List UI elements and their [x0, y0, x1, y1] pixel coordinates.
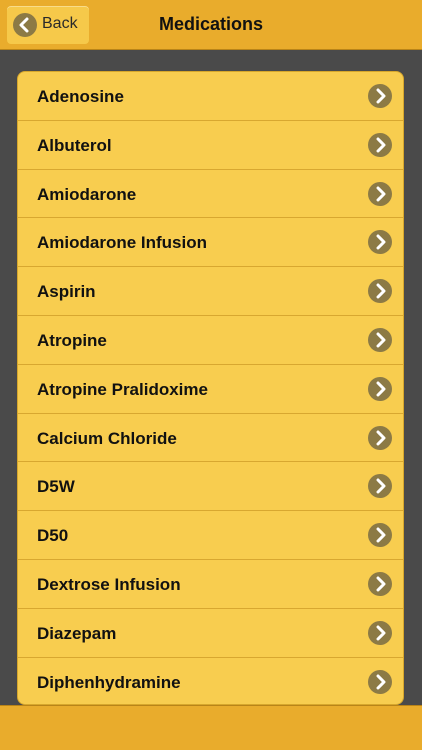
list-item[interactable]: Amiodarone: [18, 170, 403, 219]
list-item[interactable]: Amiodarone Infusion: [18, 218, 403, 268]
list-item[interactable]: Calcium Chloride: [18, 414, 403, 463]
chevron-right-icon: [368, 279, 392, 304]
chevron-right-icon: [368, 571, 392, 596]
list-item-label: Adenosine: [37, 87, 124, 106]
list-item-label: D50: [37, 526, 69, 546]
list-item-label: Diazepam: [37, 623, 117, 643]
list-item[interactable]: D5W: [18, 462, 403, 512]
medication-list: Adenosine Albuterol Amiodarone Amiodaron…: [17, 71, 404, 705]
list-item[interactable]: D50: [18, 511, 403, 560]
chevron-right-icon: [368, 669, 392, 694]
list-item[interactable]: Dextrose Infusion: [18, 560, 403, 609]
chevron-right-icon: [368, 620, 392, 645]
list-item-label: Amiodarone Infusion: [37, 233, 207, 253]
list-item[interactable]: Diazepam: [18, 609, 403, 658]
list-item-label: Dextrose Infusion: [37, 574, 181, 594]
chevron-right-icon: [368, 181, 392, 206]
bottom-toolbar: [0, 705, 422, 750]
list-item-label: Diphenhydramine: [37, 672, 181, 692]
chevron-right-icon: [368, 230, 392, 255]
chevron-right-icon: [368, 84, 392, 108]
navigation-bar: Back Medications: [0, 0, 422, 50]
list-item-label: Calcium Chloride: [37, 428, 177, 448]
list-item-label: Atropine: [37, 330, 107, 350]
list-item-label: D5W: [37, 477, 75, 497]
list-item-label: Amiodarone: [37, 184, 137, 204]
chevron-right-icon: [368, 327, 392, 352]
chevron-right-icon: [368, 523, 392, 548]
chevron-right-icon: [368, 474, 392, 499]
list-item[interactable]: Diphenhydramine: [18, 658, 403, 704]
list-item[interactable]: Adenosine: [18, 72, 403, 121]
page-title: Medications: [158, 14, 264, 34]
chevron-right-icon: [368, 132, 392, 157]
list-item[interactable]: Atropine: [18, 316, 403, 365]
chevron-right-icon: [368, 425, 392, 450]
list-item-label: Albuterol: [37, 135, 112, 155]
chevron-right-icon: [368, 376, 392, 401]
list-item[interactable]: Aspirin: [18, 267, 403, 316]
list-item[interactable]: Atropine Pralidoxime: [18, 365, 403, 414]
list-item-label: Aspirin: [37, 282, 96, 302]
list-item[interactable]: Albuterol: [18, 121, 403, 170]
list-item-label: Atropine Pralidoxime: [37, 379, 208, 399]
